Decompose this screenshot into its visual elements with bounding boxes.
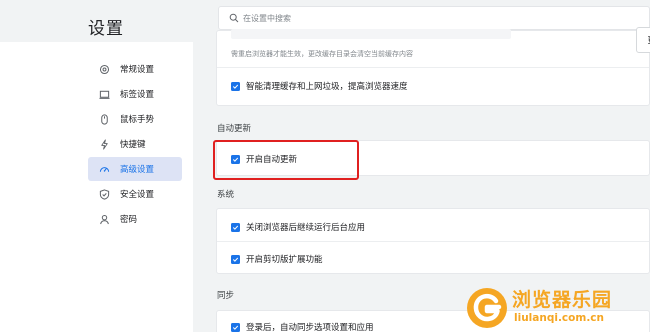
- sidebar: 设置 常规设置 标签设置 鼠标手势 快捷键 高级设置 安全设置 密码: [0, 0, 193, 332]
- section-title-sync: 同步: [217, 290, 235, 300]
- sidebar-item-label: 快捷键: [120, 139, 146, 149]
- sidebar-item-label: 密码: [120, 214, 138, 224]
- highlight-box: [213, 140, 359, 180]
- section-title-auto-update: 自动更新: [217, 123, 252, 133]
- sidebar-item-security[interactable]: 安全设置: [88, 182, 182, 206]
- checkbox[interactable]: [231, 81, 240, 91]
- sidebar-item-password[interactable]: 密码: [88, 207, 182, 231]
- lightning-icon: [98, 138, 110, 150]
- speedometer-icon: [98, 163, 110, 175]
- watermark-logo-icon: [467, 288, 507, 328]
- cache-path-field: [231, 29, 511, 39]
- sidebar-item-shortcuts[interactable]: 快捷键: [88, 132, 182, 156]
- auto-sync-label: 登录后，自动同步选项设置和应用: [246, 322, 374, 332]
- background-run-option[interactable]: 关闭浏览器后继续运行后台应用: [231, 221, 365, 233]
- tab-icon: [98, 88, 110, 100]
- sidebar-item-mouse-gesture[interactable]: 鼠标手势: [88, 107, 182, 131]
- smart-clean-label: 智能清理缓存和上网垃圾，提高浏览器速度: [246, 81, 408, 91]
- smart-clean-option[interactable]: 智能清理缓存和上网垃圾，提高浏览器速度: [231, 80, 408, 92]
- person-icon: [98, 213, 110, 225]
- sidebar-item-label: 安全设置: [120, 189, 155, 199]
- checkbox[interactable]: [231, 222, 240, 232]
- checkbox[interactable]: [231, 322, 240, 332]
- sidebar-item-label: 常规设置: [120, 64, 155, 74]
- cache-card: 更改 需重启浏览器才能生效，更改缓存目录会清空当前缓存内容 智能清理缓存和上网垃…: [216, 27, 650, 106]
- sidebar-item-label: 标签设置: [120, 89, 155, 99]
- checkbox[interactable]: [231, 254, 240, 264]
- sidebar-item-label: 鼠标手势: [120, 114, 155, 124]
- search-input[interactable]: [243, 13, 623, 23]
- watermark-url: liulanqi.com.cn: [514, 312, 605, 324]
- cache-hint: 需重启浏览器才能生效，更改缓存目录会清空当前缓存内容: [231, 51, 413, 58]
- gear-icon: [98, 63, 110, 75]
- change-cache-button[interactable]: 更改: [636, 27, 650, 53]
- auto-sync-option[interactable]: 登录后，自动同步选项设置和应用: [231, 321, 374, 332]
- section-title-system: 系统: [217, 189, 235, 199]
- background-run-label: 关闭浏览器后继续运行后台应用: [246, 222, 366, 232]
- sidebar-item-advanced[interactable]: 高级设置: [88, 157, 182, 181]
- divider: [217, 241, 649, 242]
- system-card: 关闭浏览器后继续运行后台应用 开启剪切版扩展功能: [216, 208, 650, 274]
- page-title: 设置: [88, 19, 124, 38]
- clipboard-ext-option[interactable]: 开启剪切版扩展功能: [231, 253, 323, 265]
- watermark: 浏览器乐园 liulanqi.com.cn: [465, 280, 650, 332]
- watermark-title: 浏览器乐园: [512, 289, 613, 311]
- shield-icon: [98, 188, 110, 200]
- mouse-icon: [98, 113, 110, 125]
- search-box[interactable]: [218, 6, 650, 30]
- clipboard-ext-label: 开启剪切版扩展功能: [246, 254, 323, 264]
- divider: [217, 67, 649, 68]
- search-icon: [229, 13, 239, 23]
- sidebar-item-general[interactable]: 常规设置: [88, 57, 182, 81]
- sidebar-item-label: 高级设置: [120, 164, 155, 174]
- sidebar-item-tabs[interactable]: 标签设置: [88, 82, 182, 106]
